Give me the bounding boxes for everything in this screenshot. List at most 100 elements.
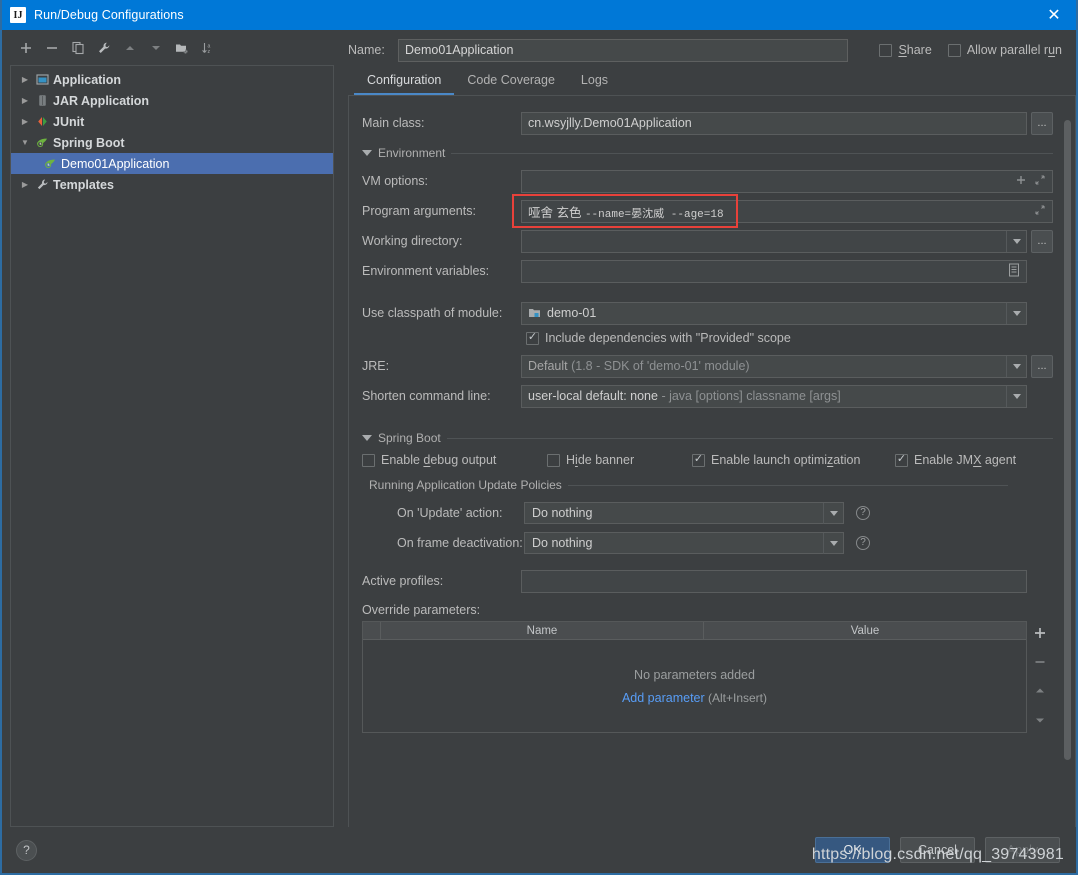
jre-dropdown-button[interactable] <box>1006 355 1026 377</box>
expand-editor-icon[interactable] <box>1034 204 1046 219</box>
remove-row-button[interactable] <box>1030 652 1050 672</box>
wrench-icon[interactable] <box>92 37 116 59</box>
working-directory-label: Working directory: <box>362 234 463 248</box>
working-directory-browse-button[interactable]: ... <box>1031 229 1053 253</box>
main-class-input[interactable]: cn.wsyjlly.Demo01Application <box>521 111 1027 135</box>
use-classpath-value: demo-01 <box>547 306 597 320</box>
chevron-down-icon[interactable] <box>362 150 372 156</box>
chevron-down-icon[interactable]: ▼ <box>17 138 33 147</box>
on-update-action-combo[interactable]: Do nothing <box>524 502 844 524</box>
tab-logs[interactable]: Logs <box>568 68 621 95</box>
checkbox-box <box>526 331 539 345</box>
shorten-command-line-row: Shorten command line: user-local default… <box>357 383 1053 409</box>
checkbox-box <box>879 43 893 57</box>
use-classpath-combo[interactable]: demo-01 <box>521 301 1027 325</box>
enable-jmx-agent-checkbox[interactable]: Enable JMX agent <box>895 453 1016 467</box>
module-icon <box>528 307 541 319</box>
move-up-button[interactable] <box>118 37 142 59</box>
vm-options-actions <box>1015 174 1046 189</box>
enable-debug-output-checkbox[interactable]: Enable debug output <box>362 453 547 467</box>
share-checkbox[interactable]: Share <box>879 43 932 57</box>
close-icon[interactable]: ✕ <box>1032 0 1076 30</box>
table-header-row: Name Value <box>363 622 1026 640</box>
chevron-right-icon[interactable]: ▶ <box>17 117 33 126</box>
program-arguments-actions <box>1034 204 1046 219</box>
working-directory-input[interactable] <box>521 229 1027 253</box>
chevron-down-icon[interactable] <box>362 435 372 441</box>
environment-section-header[interactable]: Environment <box>362 146 1053 160</box>
ok-button[interactable]: OK <box>815 837 890 863</box>
jre-row: JRE: Default (1.8 - SDK of 'demo-01' mod… <box>357 353 1053 379</box>
on-frame-deactivation-combo[interactable]: Do nothing <box>524 532 844 554</box>
working-directory-dropdown-button[interactable] <box>1006 230 1026 252</box>
program-arguments-input[interactable]: 哑舍 玄色 --name=晏沈威 --age=18 <box>521 199 1053 223</box>
editor-tabs: Configuration Code Coverage Logs <box>340 66 1076 95</box>
spring-boot-section-header[interactable]: Spring Boot <box>362 431 1053 445</box>
form-scrollbar[interactable] <box>1063 98 1072 825</box>
jre-browse-button[interactable]: ... <box>1031 354 1053 378</box>
remove-button[interactable] <box>40 37 64 59</box>
tree-item-application[interactable]: ▶ Application <box>11 69 333 90</box>
shorten-command-line-dropdown-button[interactable] <box>1006 385 1026 407</box>
vm-options-input[interactable] <box>521 169 1053 193</box>
apply-button[interactable]: Apply <box>985 837 1060 863</box>
chevron-right-icon[interactable]: ▶ <box>17 75 33 84</box>
title-bar: IJ Run/Debug Configurations ✕ <box>2 0 1076 30</box>
sort-az-icon[interactable]: a z <box>196 37 220 59</box>
tree-item-label: Demo01Application <box>61 156 170 171</box>
tree-item-spring-boot[interactable]: ▼ Spring Boot <box>11 132 333 153</box>
allow-parallel-run-checkbox[interactable]: Allow parallel run <box>947 43 1062 57</box>
enable-debug-output-label: Enable debug output <box>381 453 497 467</box>
environment-variables-label: Environment variables: <box>362 264 490 278</box>
tree-item-demo01application[interactable]: Demo01Application <box>11 153 333 174</box>
table-header-value[interactable]: Value <box>704 622 1026 639</box>
use-classpath-dropdown-button[interactable] <box>1006 302 1026 324</box>
add-row-button[interactable] <box>1030 623 1050 643</box>
configurations-tree[interactable]: ▶ Application ▶ JAR Application ▶ JUnit … <box>10 65 334 827</box>
enable-launch-optimization-checkbox[interactable]: Enable launch optimization <box>692 453 895 467</box>
on-update-action-dropdown-button[interactable] <box>823 502 843 524</box>
name-label: Name: <box>348 43 385 57</box>
configuration-form: Main class: cn.wsyjlly.Demo01Application… <box>348 95 1076 827</box>
name-input[interactable] <box>398 38 848 62</box>
include-provided-checkbox[interactable]: Include dependencies with "Provided" sco… <box>526 331 791 345</box>
tree-item-templates[interactable]: ▶ Templates <box>11 174 333 195</box>
tab-configuration[interactable]: Configuration <box>354 68 455 95</box>
chevron-right-icon[interactable]: ▶ <box>17 96 33 105</box>
add-button[interactable] <box>14 37 38 59</box>
svg-text:z: z <box>208 49 211 55</box>
jre-combo[interactable]: Default (1.8 - SDK of 'demo-01' module) <box>521 354 1027 378</box>
environment-variables-input[interactable] <box>521 259 1027 283</box>
copy-button[interactable] <box>66 37 90 59</box>
tree-item-jar-application[interactable]: ▶ JAR Application <box>11 90 333 111</box>
configurations-toolbar: a z <box>10 34 334 62</box>
main-class-browse-button[interactable]: ... <box>1031 111 1053 135</box>
on-frame-deactivation-help-icon[interactable]: ? <box>856 536 870 550</box>
add-parameter-link[interactable]: Add parameter <box>622 691 705 705</box>
enable-launch-optimization-label: Enable launch optimization <box>711 453 861 467</box>
hide-banner-checkbox[interactable]: Hide banner <box>547 453 692 467</box>
tree-item-junit[interactable]: ▶ JUnit <box>11 111 333 132</box>
folder-add-icon[interactable] <box>170 37 194 59</box>
on-update-action-help-icon[interactable]: ? <box>856 506 870 520</box>
move-row-up-button[interactable] <box>1030 681 1050 701</box>
on-update-action-row: On 'Update' action: Do nothing ? <box>369 502 1053 524</box>
shorten-command-line-combo[interactable]: user-local default: none - java [options… <box>521 384 1027 408</box>
move-down-button[interactable] <box>144 37 168 59</box>
chevron-down-icon <box>829 510 838 516</box>
move-row-down-button[interactable] <box>1030 710 1050 730</box>
add-macro-icon[interactable] <box>1015 174 1027 189</box>
expand-editor-icon[interactable] <box>1034 174 1046 189</box>
edit-list-icon[interactable] <box>1008 263 1020 280</box>
on-frame-deactivation-dropdown-button[interactable] <box>823 532 843 554</box>
active-profiles-input[interactable] <box>521 569 1027 593</box>
table-header-name[interactable]: Name <box>381 622 704 639</box>
program-arguments-part2: --name=晏沈威 <box>584 208 671 221</box>
tab-code-coverage[interactable]: Code Coverage <box>454 68 568 95</box>
cancel-button[interactable]: Cancel <box>900 837 975 863</box>
scrollbar-thumb[interactable] <box>1064 120 1071 760</box>
chevron-right-icon[interactable]: ▶ <box>17 180 33 189</box>
checkbox-box <box>362 453 375 467</box>
help-icon[interactable]: ? <box>16 839 37 861</box>
